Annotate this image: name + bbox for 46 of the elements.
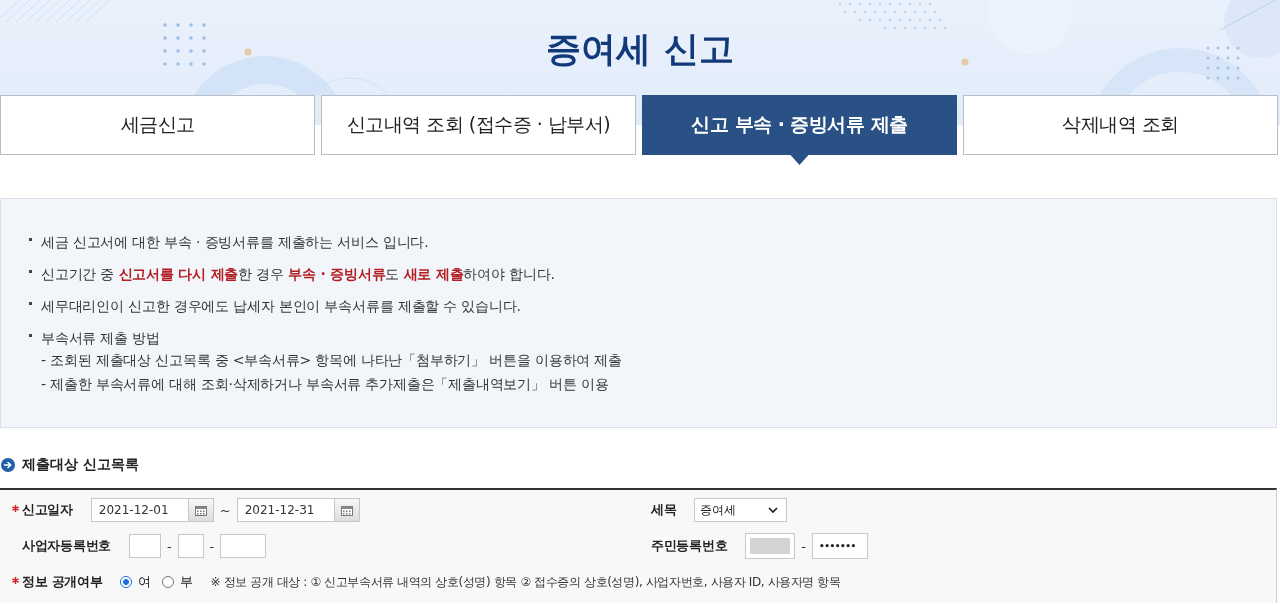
notice-text: 부속서류 제출 방법 <box>41 329 160 348</box>
select-value: 증여세 <box>700 501 737 519</box>
radio-button[interactable] <box>120 576 133 588</box>
separator-text: - <box>209 538 215 554</box>
radio-label[interactable]: 부 <box>180 573 194 591</box>
field-value: ••••••• <box>817 541 856 551</box>
notice-text: 신고기간 중 신고서를 다시 제출한 경우 부속 · 증빙서류도 새로 제출하여야 합니다. <box>41 265 555 284</box>
tab[interactable]: 삭제내역 조회 <box>963 95 1278 155</box>
section-title: 제출대상 신고목록 <box>22 456 139 474</box>
radio-button[interactable] <box>162 576 175 588</box>
date-field[interactable]: 2021-12-01 <box>90 498 189 522</box>
chevron-down-icon <box>768 507 779 513</box>
field-label: 신고일자 <box>22 501 73 519</box>
arrow-circle-icon <box>1 458 15 472</box>
bullet-icon <box>29 238 32 241</box>
date-field[interactable]: 2021-12-31 <box>236 498 335 522</box>
tab[interactable]: 신고내역 조회 (접수증 · 납부서) <box>321 95 636 155</box>
calendar-button[interactable] <box>188 498 214 522</box>
radio-label[interactable]: 여 <box>138 573 152 591</box>
calendar-icon <box>194 504 207 516</box>
notice-text: 세무대리인이 신고한 경우에도 납세자 본인이 부속서류를 제출할 수 있습니다. <box>41 297 521 316</box>
dropdown-select[interactable]: 증여세 <box>694 498 788 522</box>
text-field[interactable] <box>220 534 267 558</box>
calendar-icon <box>340 504 353 516</box>
notice-text: - 조회된 제출대상 신고목록 중 <부속서류> 항목에 나타난「첨부하기」 버튼을 이용하여 제출 <box>41 352 622 368</box>
text-field[interactable]: ••••••• <box>811 533 868 559</box>
separator-text: ~ <box>219 502 231 518</box>
notice-text: 세금 신고서에 대한 부속 · 증빙서류를 제출하는 서비스 입니다. <box>41 233 429 252</box>
notice-text: - 제출한 부속서류에 대해 조회·삭제하거나 부속서류 추가제출은「제출내역보기」 버튼 이용 <box>41 376 609 392</box>
text-field[interactable] <box>177 534 204 558</box>
page-title: 증여세 신고 <box>546 27 734 71</box>
note-text: ※ 정보 공개 대상 : ① 신고부속서류 내역의 상호(성명) 항목 ② 접수증의 상호(성명), 사업자번호, 사용자 ID, 사용자명 항목 <box>210 573 841 591</box>
field-label: 사업자등록번호 <box>22 537 111 555</box>
field-label: 세목 <box>651 501 677 519</box>
separator-text: - <box>166 538 172 554</box>
calendar-button[interactable] <box>334 498 360 522</box>
tab[interactable]: 세금신고 <box>0 95 315 155</box>
bullet-icon <box>29 270 32 273</box>
bullet-icon <box>29 334 32 337</box>
field-label: 주민등록번호 <box>651 537 728 555</box>
text-field[interactable] <box>745 533 796 559</box>
tab[interactable]: 신고 부속 · 증빙서류 제출 <box>642 95 957 165</box>
separator-text: - <box>801 538 806 554</box>
text-field[interactable] <box>128 534 161 558</box>
bullet-icon <box>29 302 32 305</box>
field-label: 정보 공개여부 <box>22 573 103 591</box>
